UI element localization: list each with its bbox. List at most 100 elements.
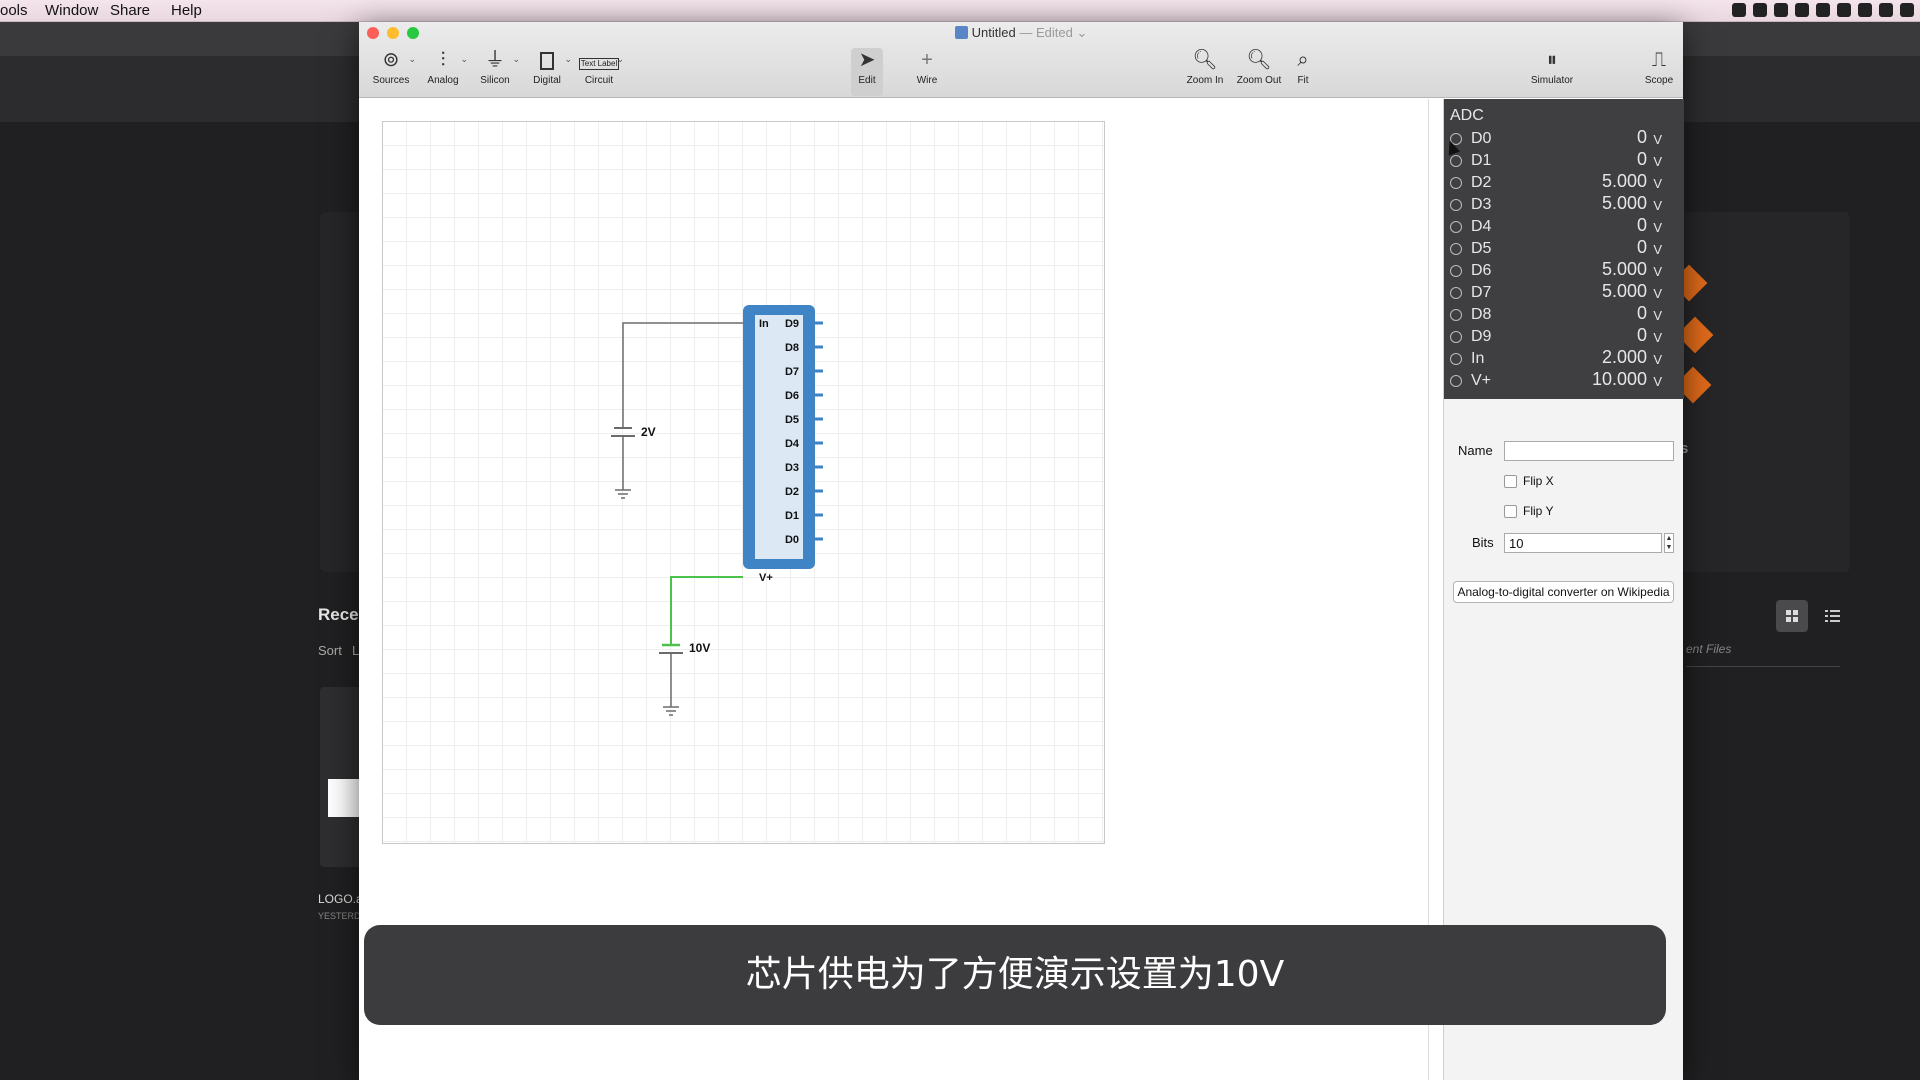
adc-pin-label-d2: D2 (785, 486, 799, 498)
pen-icon[interactable] (1816, 3, 1830, 17)
pin-row-d1[interactable]: D1 0 V (1444, 149, 1684, 171)
pin-unit: V (1653, 176, 1662, 191)
plus-icon: + (921, 49, 933, 71)
battery-10v-label: 10V (689, 641, 710, 655)
pin-name: D1 (1471, 152, 1492, 169)
pin-name: D3 (1471, 196, 1492, 213)
pin-unit: V (1653, 198, 1662, 213)
pin-row-vplus[interactable]: V+ 10.000 V (1444, 369, 1684, 391)
probe-radio[interactable] (1450, 243, 1462, 255)
probe-radio[interactable] (1450, 265, 1462, 277)
pin-value: 0 (1636, 325, 1647, 345)
menu-window[interactable]: Window (45, 2, 98, 19)
microphone-icon[interactable] (1858, 3, 1872, 17)
pin-row-d5[interactable]: D5 0 V (1444, 237, 1684, 259)
wire-vplus[interactable] (670, 576, 743, 645)
adc-pin-readout: ADC D0 0 V D1 0 V D2 5.000 V D3 5.000 V D4 0 V D5 0 V D6 5.… (1444, 99, 1684, 399)
pin-row-d3[interactable]: D3 5.000 V (1444, 193, 1684, 215)
chevron-down-icon[interactable]: ⌄ (1073, 25, 1087, 40)
probe-radio[interactable] (1450, 375, 1462, 387)
circuit-window: Untitled — Edited ⌄ ⊚ ⌄ Sources ⫶ ⌄ Analog… (359, 22, 1684, 1080)
wire-in[interactable] (622, 322, 743, 383)
pin-row-in[interactable]: In 2.000 V (1444, 347, 1684, 369)
simulator-label: Simulator (1530, 75, 1574, 86)
pin-name: D7 (1471, 284, 1492, 301)
zoom-in-button[interactable]: 🔍︎ Zoom In (1183, 48, 1227, 96)
wire-label: Wire (916, 75, 938, 86)
probe-radio[interactable] (1450, 353, 1462, 365)
pin-row-d4[interactable]: D4 0 V (1444, 215, 1684, 237)
probe-radio[interactable] (1450, 199, 1462, 211)
flip-x-checkbox[interactable] (1504, 475, 1517, 488)
menu-tools[interactable]: ools (0, 2, 28, 19)
bits-stepper[interactable]: ▲ ▼ (1664, 533, 1674, 553)
adc-chip[interactable] (743, 305, 815, 569)
circuit-button[interactable]: Text Label ⌄ Circuit (572, 48, 626, 96)
menu-share[interactable]: Share (110, 2, 150, 19)
pin-row-d9[interactable]: D9 0 V (1444, 325, 1684, 347)
pin-unit: V (1653, 264, 1662, 279)
title-status[interactable]: — Edited (1016, 25, 1072, 40)
fit-button[interactable]: ⌕ Fit (1287, 48, 1319, 96)
pin-name: D4 (1471, 218, 1492, 235)
menu-help[interactable]: Help (171, 2, 202, 19)
pin-value: 5.000 (1601, 171, 1647, 191)
analog-button[interactable]: ⫶ ⌄ Analog (416, 48, 470, 96)
grid-icon[interactable] (1879, 3, 1893, 17)
edit-button[interactable]: ➤ Edit (851, 48, 883, 96)
wikipedia-link-button[interactable]: Analog-to-digital converter on Wikipedia (1453, 581, 1674, 603)
probe-radio[interactable] (1450, 309, 1462, 321)
camera-icon[interactable] (1732, 3, 1746, 17)
file-thumbnail-image (328, 779, 362, 817)
adc-pin-label-d9: D9 (785, 318, 799, 330)
moon-icon[interactable] (1795, 3, 1809, 17)
name-input[interactable] (1504, 441, 1674, 461)
bits-label: Bits (1472, 535, 1494, 550)
zoom-in-icon: 🔍︎ (1192, 49, 1218, 71)
send-icon[interactable] (1774, 3, 1788, 17)
pin-row-d6[interactable]: D6 5.000 V (1444, 259, 1684, 281)
wire-button[interactable]: + Wire (911, 48, 943, 96)
battery-2v[interactable] (611, 383, 635, 499)
probe-radio[interactable] (1450, 177, 1462, 189)
sources-button[interactable]: ⊚ ⌄ Sources (364, 48, 418, 96)
adc-pin-label-d8: D8 (785, 342, 799, 354)
recent-file-date: YESTERD (318, 911, 361, 921)
probe-radio[interactable] (1450, 331, 1462, 343)
name-label: Name (1458, 443, 1493, 458)
sources-label: Sources (372, 75, 410, 86)
pin-value: 5.000 (1601, 193, 1647, 213)
record-icon[interactable] (1837, 3, 1851, 17)
digital-button[interactable]: ⌄ Digital (520, 48, 574, 96)
scope-button[interactable]: ⎍ Scope (1639, 48, 1679, 96)
pin-row-d8[interactable]: D8 0 V (1444, 303, 1684, 325)
pin-row-d0[interactable]: D0 0 V (1444, 127, 1684, 149)
flip-y-checkbox[interactable] (1504, 505, 1517, 518)
pin-unit: V (1653, 242, 1662, 257)
edit-label: Edit (858, 75, 876, 86)
probe-radio[interactable] (1450, 155, 1462, 167)
bell-icon[interactable] (1753, 3, 1767, 17)
zoom-out-button[interactable]: 🔍︎ Zoom Out (1235, 48, 1283, 96)
pin-row-d2[interactable]: D2 5.000 V (1444, 171, 1684, 193)
pin-value: 0 (1636, 303, 1647, 323)
recent-file-name[interactable]: LOGO.a (318, 892, 363, 906)
adc-pin-label-vplus: V+ (759, 572, 773, 584)
simulator-button[interactable]: ⏸ Simulator (1521, 48, 1583, 96)
bits-input[interactable] (1504, 533, 1662, 553)
silicon-button[interactable]: ⏚ ⌄ Silicon (468, 48, 522, 96)
pin-unit: V (1653, 154, 1662, 169)
adc-pin-label-d5: D5 (785, 414, 799, 426)
fit-label: Fit (1297, 75, 1309, 86)
sort-label[interactable]: Sort (318, 643, 342, 658)
grid-view-button[interactable] (1776, 600, 1808, 632)
battery-10v[interactable] (659, 643, 683, 716)
pin-unit: V (1653, 330, 1662, 345)
probe-radio[interactable] (1450, 221, 1462, 233)
pin-name: D8 (1471, 306, 1492, 323)
probe-radio[interactable] (1450, 287, 1462, 299)
wifi-icon[interactable] (1900, 3, 1914, 17)
adc-pin-label-d6: D6 (785, 390, 799, 402)
list-view-button[interactable] (1816, 600, 1848, 632)
pin-row-d7[interactable]: D7 5.000 V (1444, 281, 1684, 303)
